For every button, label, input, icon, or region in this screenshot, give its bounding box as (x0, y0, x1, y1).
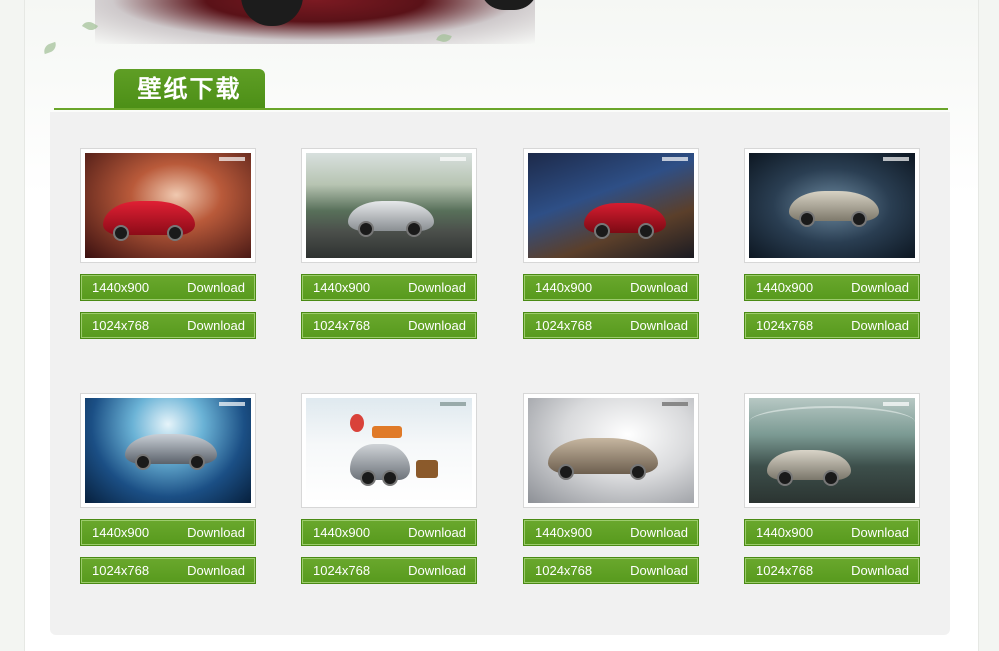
tire-image (480, 0, 538, 10)
wallpaper-thumbnail[interactable] (301, 148, 477, 263)
wallpaper-image (749, 153, 915, 258)
wallpaper-thumbnail[interactable] (301, 393, 477, 508)
wallpaper-image (749, 398, 915, 503)
download-1440x900-button[interactable]: 1440x900 Download (80, 519, 256, 546)
wallpaper-image (528, 153, 694, 258)
download-1024x768-button[interactable]: 1024x768 Download (80, 312, 256, 339)
wallpaper-thumbnail[interactable] (80, 148, 256, 263)
section-title-tab: 壁纸下载 (114, 69, 265, 109)
tire-image (241, 0, 303, 26)
wallpaper-image (306, 153, 472, 258)
download-1024x768-button[interactable]: 1024x768 Download (301, 312, 477, 339)
wallpaper-image (85, 153, 251, 258)
download-1440x900-button[interactable]: 1440x900 Download (744, 274, 920, 301)
hero-car-banner (95, 0, 538, 44)
wallpaper-thumbnail[interactable] (523, 393, 699, 508)
leaf-decoration (42, 41, 58, 55)
download-1024x768-button[interactable]: 1024x768 Download (744, 557, 920, 584)
section-divider (54, 108, 948, 110)
download-1440x900-button[interactable]: 1440x900 Download (301, 274, 477, 301)
download-1024x768-button[interactable]: 1024x768 Download (301, 557, 477, 584)
wallpaper-thumbnail[interactable] (744, 393, 920, 508)
section-title: 壁纸下载 (137, 76, 242, 103)
download-1024x768-button[interactable]: 1024x768 Download (523, 557, 699, 584)
wallpaper-image (528, 398, 694, 503)
download-1440x900-button[interactable]: 1440x900 Download (523, 519, 699, 546)
download-1440x900-button[interactable]: 1440x900 Download (301, 519, 477, 546)
wallpaper-image (306, 398, 472, 503)
download-1440x900-button[interactable]: 1440x900 Download (744, 519, 920, 546)
wallpaper-image (85, 398, 251, 503)
download-1024x768-button[interactable]: 1024x768 Download (744, 312, 920, 339)
wallpaper-thumbnail[interactable] (744, 148, 920, 263)
wallpaper-thumbnail[interactable] (523, 148, 699, 263)
download-1440x900-button[interactable]: 1440x900 Download (80, 274, 256, 301)
wallpaper-thumbnail[interactable] (80, 393, 256, 508)
download-1440x900-button[interactable]: 1440x900 Download (523, 274, 699, 301)
download-1024x768-button[interactable]: 1024x768 Download (80, 557, 256, 584)
download-1024x768-button[interactable]: 1024x768 Download (523, 312, 699, 339)
